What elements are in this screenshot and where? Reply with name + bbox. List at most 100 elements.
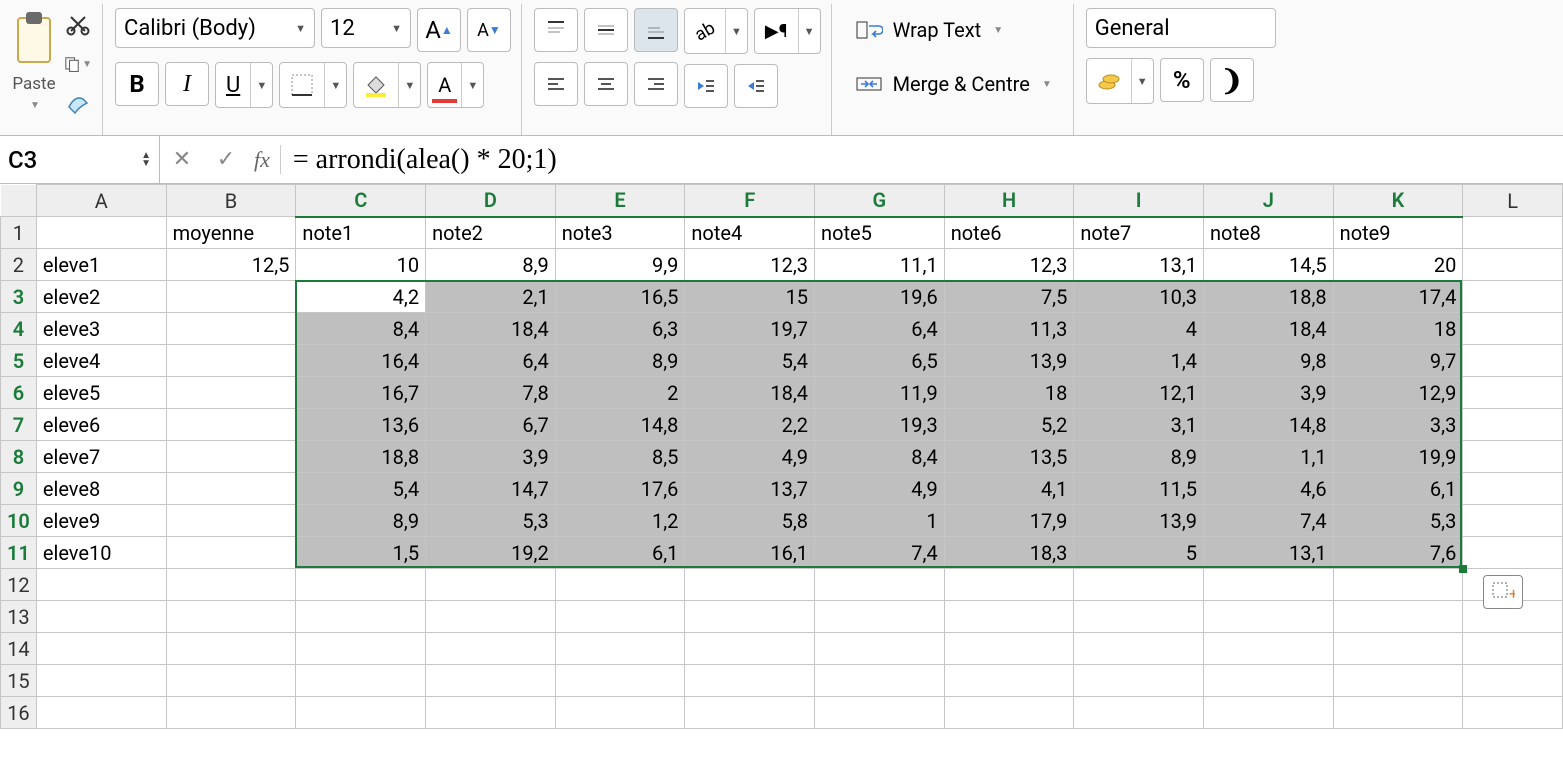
cell[interactable]: 1,1 xyxy=(1204,441,1334,473)
row-header[interactable]: 5 xyxy=(1,345,37,377)
cell[interactable]: 10 xyxy=(296,249,426,281)
row-header[interactable]: 15 xyxy=(1,665,37,697)
cell[interactable]: 14,8 xyxy=(555,409,685,441)
cell[interactable] xyxy=(166,505,296,537)
cell[interactable]: note2 xyxy=(426,217,556,249)
cell[interactable]: eleve5 xyxy=(36,377,166,409)
cell[interactable]: 5,3 xyxy=(426,505,556,537)
cell[interactable]: note4 xyxy=(685,217,815,249)
cell[interactable]: 1,4 xyxy=(1074,345,1204,377)
cell[interactable] xyxy=(1463,377,1563,409)
cell[interactable] xyxy=(1074,601,1204,633)
align-right-button[interactable] xyxy=(634,62,678,106)
cell[interactable] xyxy=(36,569,166,601)
cell[interactable] xyxy=(426,569,556,601)
cell[interactable]: 7,4 xyxy=(1204,505,1334,537)
cell[interactable]: 18,3 xyxy=(944,537,1074,569)
font-size-combo[interactable]: 12▼ xyxy=(321,8,411,48)
percent-button[interactable]: % xyxy=(1160,58,1204,102)
column-header[interactable]: K xyxy=(1333,185,1463,217)
cell[interactable]: 13,6 xyxy=(296,409,426,441)
row-header[interactable]: 9 xyxy=(1,473,37,505)
cell[interactable]: 7,8 xyxy=(426,377,556,409)
formula-input[interactable]: = arrondi(alea() * 20;1) xyxy=(285,144,1563,176)
row-header[interactable]: 6 xyxy=(1,377,37,409)
align-top-button[interactable] xyxy=(534,8,578,52)
cell[interactable]: 3,9 xyxy=(426,441,556,473)
cell[interactable] xyxy=(1463,633,1563,665)
cell[interactable] xyxy=(166,473,296,505)
cell[interactable] xyxy=(1204,665,1334,697)
underline-button[interactable]: U▼ xyxy=(215,62,273,108)
cell[interactable]: eleve4 xyxy=(36,345,166,377)
cell[interactable] xyxy=(166,537,296,569)
cell[interactable] xyxy=(555,697,685,729)
align-left-button[interactable] xyxy=(534,62,578,106)
cell[interactable] xyxy=(296,601,426,633)
cell[interactable]: eleve10 xyxy=(36,537,166,569)
cell[interactable]: 6,4 xyxy=(815,313,945,345)
cell[interactable] xyxy=(296,697,426,729)
row-header[interactable]: 16 xyxy=(1,697,37,729)
cell[interactable] xyxy=(426,665,556,697)
name-box-stepper[interactable]: ▲▼ xyxy=(141,152,151,168)
cell[interactable] xyxy=(166,377,296,409)
cell[interactable]: 19,7 xyxy=(685,313,815,345)
cell[interactable]: note5 xyxy=(815,217,945,249)
cell[interactable]: 12,3 xyxy=(685,249,815,281)
cell[interactable]: 6,7 xyxy=(426,409,556,441)
cell[interactable]: 19,9 xyxy=(1333,441,1463,473)
cell[interactable]: moyenne xyxy=(166,217,296,249)
cell[interactable]: 8,4 xyxy=(815,441,945,473)
cell[interactable]: note6 xyxy=(944,217,1074,249)
cell[interactable] xyxy=(166,569,296,601)
row-header[interactable]: 7 xyxy=(1,409,37,441)
cell[interactable] xyxy=(426,697,556,729)
cell[interactable] xyxy=(1463,697,1563,729)
cell[interactable]: 5,2 xyxy=(944,409,1074,441)
cell[interactable]: 18,4 xyxy=(426,313,556,345)
cell[interactable]: 8,4 xyxy=(296,313,426,345)
cell[interactable] xyxy=(685,569,815,601)
cell[interactable]: eleve6 xyxy=(36,409,166,441)
cell[interactable] xyxy=(36,217,166,249)
cell[interactable]: 5 xyxy=(1074,537,1204,569)
currency-button[interactable]: ▼ xyxy=(1086,58,1154,104)
column-header[interactable]: C xyxy=(296,185,426,217)
cell[interactable]: 8,5 xyxy=(555,441,685,473)
fx-label[interactable]: fx xyxy=(248,147,276,173)
cell[interactable] xyxy=(944,601,1074,633)
cell[interactable] xyxy=(426,633,556,665)
column-header[interactable]: G xyxy=(815,185,945,217)
cell[interactable]: 13,9 xyxy=(1074,505,1204,537)
cell[interactable]: 19,2 xyxy=(426,537,556,569)
font-color-button[interactable]: A▼ xyxy=(427,62,484,108)
orientation-button[interactable]: ab▼ xyxy=(684,8,748,54)
cell[interactable]: 6,3 xyxy=(555,313,685,345)
cell[interactable]: 7,5 xyxy=(944,281,1074,313)
cell[interactable] xyxy=(685,633,815,665)
cell[interactable]: 6,1 xyxy=(1333,473,1463,505)
shrink-font-button[interactable]: A▼ xyxy=(467,8,511,52)
cell[interactable]: 6,1 xyxy=(555,537,685,569)
cell[interactable]: 8,9 xyxy=(555,345,685,377)
cell[interactable]: 11,5 xyxy=(1074,473,1204,505)
cell[interactable]: 11,3 xyxy=(944,313,1074,345)
comma-style-button[interactable]: ❩ xyxy=(1210,58,1254,102)
cell[interactable]: 18,4 xyxy=(685,377,815,409)
cell[interactable] xyxy=(555,665,685,697)
spreadsheet-grid[interactable]: ABCDEFGHIJKL1moyennenote1note2note3note4… xyxy=(0,184,1563,729)
cell[interactable]: 3,9 xyxy=(1204,377,1334,409)
cell[interactable] xyxy=(815,633,945,665)
row-header[interactable]: 1 xyxy=(1,217,37,249)
cell[interactable]: eleve8 xyxy=(36,473,166,505)
align-bottom-button[interactable] xyxy=(634,8,678,52)
cell[interactable]: 16,4 xyxy=(296,345,426,377)
align-middle-button[interactable] xyxy=(584,8,628,52)
column-header[interactable]: J xyxy=(1204,185,1334,217)
cell[interactable]: 9,9 xyxy=(555,249,685,281)
decrease-indent-button[interactable] xyxy=(684,64,728,108)
cell[interactable] xyxy=(426,601,556,633)
cell[interactable]: 14,7 xyxy=(426,473,556,505)
cell[interactable]: 18,8 xyxy=(1204,281,1334,313)
